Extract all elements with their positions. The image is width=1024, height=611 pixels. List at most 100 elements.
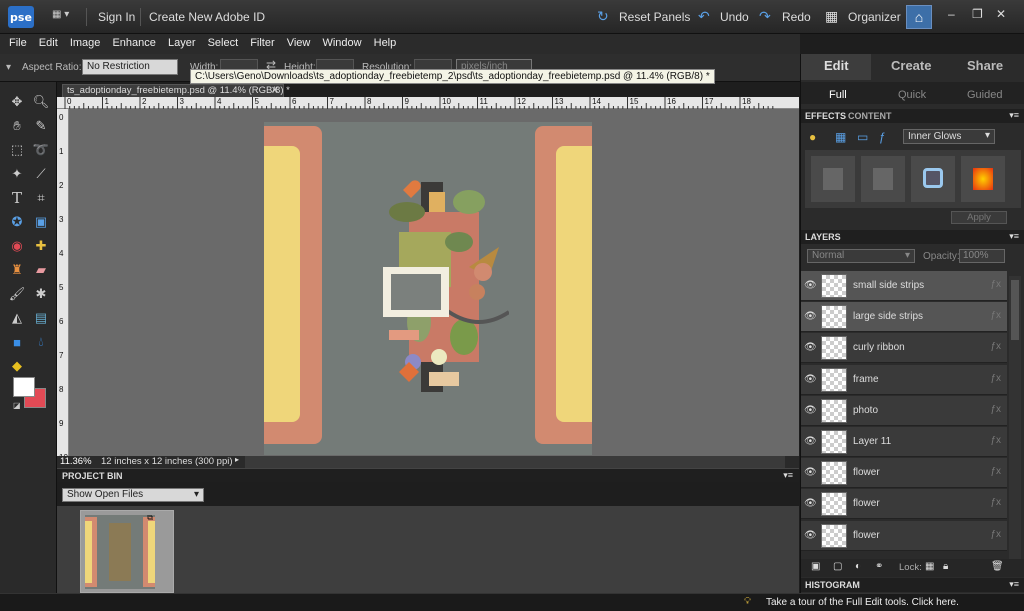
menu-view[interactable]: View <box>278 34 311 49</box>
menu-filter[interactable]: Filter <box>241 34 274 49</box>
tab-content[interactable]: CONTENT <box>848 111 892 121</box>
maximize-button[interactable]: ❐ <box>972 7 983 21</box>
layer-row[interactable]: 👁︎ frame ƒx <box>801 364 1007 395</box>
type-tool-icon[interactable]: T <box>6 188 28 208</box>
menu-edit[interactable]: Edit <box>30 34 58 49</box>
cookie-cutter-tool-icon[interactable]: ✪ <box>6 212 28 232</box>
close-button[interactable]: ✕ <box>996 7 1006 21</box>
blend-mode-select[interactable]: Normal ▾ <box>807 249 915 263</box>
organizer-button[interactable]: Organizer <box>848 10 901 24</box>
redo-icon[interactable]: ↷ <box>759 8 771 25</box>
menu-help[interactable]: Help <box>365 34 397 49</box>
document-tab[interactable]: ts_adoptionday_freebietemp.psd @ 11.4% (… <box>62 84 290 98</box>
apply-button[interactable]: Apply <box>951 211 1007 224</box>
create-adobe-id-link[interactable]: Create New Adobe ID <box>149 10 265 24</box>
layer-row[interactable]: 👁︎ photo ƒx <box>801 395 1007 426</box>
layer-row[interactable]: 👁︎ large side strips ƒx <box>801 302 1007 333</box>
recompose-tool-icon[interactable]: ▣ <box>30 212 52 232</box>
panel-menu-icon[interactable]: ▾≡ <box>1009 231 1019 242</box>
default-colors-icon[interactable]: ◪ <box>13 401 21 410</box>
visibility-eye-icon[interactable]: 👁︎ <box>804 311 817 322</box>
foreground-color-top[interactable] <box>13 377 35 397</box>
trash-icon[interactable]: 🗑︎ <box>991 561 1004 572</box>
panel-menu-icon[interactable]: ▾≡ <box>783 470 793 481</box>
document-canvas[interactable] <box>264 122 592 455</box>
eyedropper-tool-icon[interactable]: ✎ <box>30 116 52 136</box>
undo-button[interactable]: Undo <box>720 10 749 24</box>
crop-tool-icon[interactable]: ⌗ <box>30 188 52 208</box>
minimize-button[interactable]: – <box>948 7 955 21</box>
visibility-eye-icon[interactable]: 👁︎ <box>804 280 817 291</box>
tour-link[interactable]: Take a tour of the Full Edit tools. Clic… <box>766 597 959 608</box>
quick-selection-tool-icon[interactable]: ⟋ <box>30 164 52 184</box>
menu-enhance[interactable]: Enhance <box>103 34 155 49</box>
red-eye-tool-icon[interactable]: ◉ <box>6 236 28 256</box>
effect-thumb[interactable] <box>861 156 905 202</box>
aspect-ratio-select[interactable]: No Restriction <box>82 59 178 75</box>
eraser-tool-icon[interactable]: ▰ <box>30 260 52 280</box>
gradient-tool-icon[interactable]: ▤ <box>30 308 52 328</box>
reset-panels-button[interactable]: Reset Panels <box>619 10 690 24</box>
new-group-icon[interactable]: ▢ <box>833 561 842 572</box>
paint-bucket-tool-icon[interactable]: ◭ <box>6 308 28 328</box>
visibility-eye-icon[interactable]: 👁︎ <box>804 436 817 447</box>
tab-edit[interactable]: Edit <box>824 58 849 73</box>
sponge-tool-icon[interactable]: ◆ <box>6 356 28 376</box>
layer-styles-icon[interactable]: ● <box>809 130 816 144</box>
close-tab-icon[interactable]: ✕ <box>271 85 279 96</box>
shape-tool-icon[interactable]: ■ <box>6 332 28 352</box>
tool-preset-icon[interactable]: ▾ <box>6 62 11 73</box>
open-file-thumbnail[interactable]: ⧉ <box>80 510 174 593</box>
layer-row[interactable]: 👁︎ flower ƒx <box>801 458 1007 489</box>
menu-select[interactable]: Select <box>199 34 239 49</box>
tab-share[interactable]: Share <box>967 58 1003 73</box>
home-icon[interactable]: ⌂ <box>906 5 932 29</box>
sign-in-link[interactable]: Sign In <box>98 10 135 24</box>
magic-wand-tool-icon[interactable]: ✦ <box>6 164 28 184</box>
menu-file[interactable]: File <box>0 34 27 49</box>
marquee-tool-icon[interactable]: ⬚ <box>6 140 28 160</box>
menu-layer[interactable]: Layer <box>159 34 196 49</box>
smart-brush-tool-icon[interactable]: ✱ <box>30 284 52 304</box>
layout-menu-button[interactable]: ▦ ▾ <box>52 9 78 25</box>
link-layers-icon[interactable]: ⚭ <box>875 561 883 572</box>
layer-row[interactable]: 👁︎ flower ƒx <box>801 520 1007 551</box>
visibility-eye-icon[interactable]: 👁︎ <box>804 374 817 385</box>
subtab-guided[interactable]: Guided <box>967 89 1002 101</box>
brush-tool-icon[interactable]: 🖌︎ <box>6 284 28 304</box>
panel-menu-icon[interactable]: ▾≡ <box>1009 579 1019 590</box>
lasso-tool-icon[interactable]: ➰ <box>30 140 52 160</box>
layer-row[interactable]: 👁︎ Layer 11 ƒx <box>801 427 1007 457</box>
layer-row[interactable]: 👁︎ small side strips ƒx <box>801 271 1007 301</box>
layer-row[interactable]: 👁︎ curly ribbon ƒx <box>801 333 1007 364</box>
tab-create[interactable]: Create <box>891 58 931 73</box>
lock-transparency-icon[interactable]: ▦ <box>925 561 934 572</box>
visibility-eye-icon[interactable]: 👁︎ <box>804 530 817 541</box>
subtab-full[interactable]: Full <box>829 89 847 101</box>
canvas-area[interactable] <box>69 109 799 456</box>
visibility-eye-icon[interactable]: 👁︎ <box>804 467 817 478</box>
effects-category-select[interactable]: Inner Glows ▾ <box>903 129 995 144</box>
status-menu-icon[interactable]: ▸ <box>235 455 239 464</box>
reset-panels-icon[interactable]: ↻ <box>597 8 609 25</box>
new-layer-icon[interactable]: ▣ <box>811 561 820 572</box>
adjustment-layer-icon[interactable]: ◐ <box>855 561 861 572</box>
organizer-icon[interactable]: ▦ <box>825 8 838 25</box>
hand-tool-icon[interactable]: ✋︎ <box>6 116 28 136</box>
zoom-tool-icon[interactable]: 🔍︎ <box>30 92 52 112</box>
fx-icon[interactable]: ƒ <box>879 130 886 144</box>
opacity-field[interactable]: 100% <box>959 249 1005 263</box>
effect-thumb[interactable] <box>911 156 955 202</box>
panel-menu-icon[interactable]: ▾≡ <box>1009 110 1019 121</box>
horizontal-scrollbar[interactable] <box>245 456 785 468</box>
menu-window[interactable]: Window <box>313 34 361 49</box>
subtab-quick[interactable]: Quick <box>898 89 926 101</box>
clone-stamp-tool-icon[interactable]: ♜ <box>6 260 28 280</box>
redo-button[interactable]: Redo <box>782 10 811 24</box>
move-tool-icon[interactable]: ✥ <box>6 92 28 112</box>
visibility-eye-icon[interactable]: 👁︎ <box>804 342 817 353</box>
visibility-eye-icon[interactable]: 👁︎ <box>804 498 817 509</box>
show-open-files-select[interactable]: Show Open Files ▾ <box>62 488 204 502</box>
filters-icon[interactable]: ▦ <box>835 130 846 144</box>
healing-brush-tool-icon[interactable]: ✚ <box>30 236 52 256</box>
